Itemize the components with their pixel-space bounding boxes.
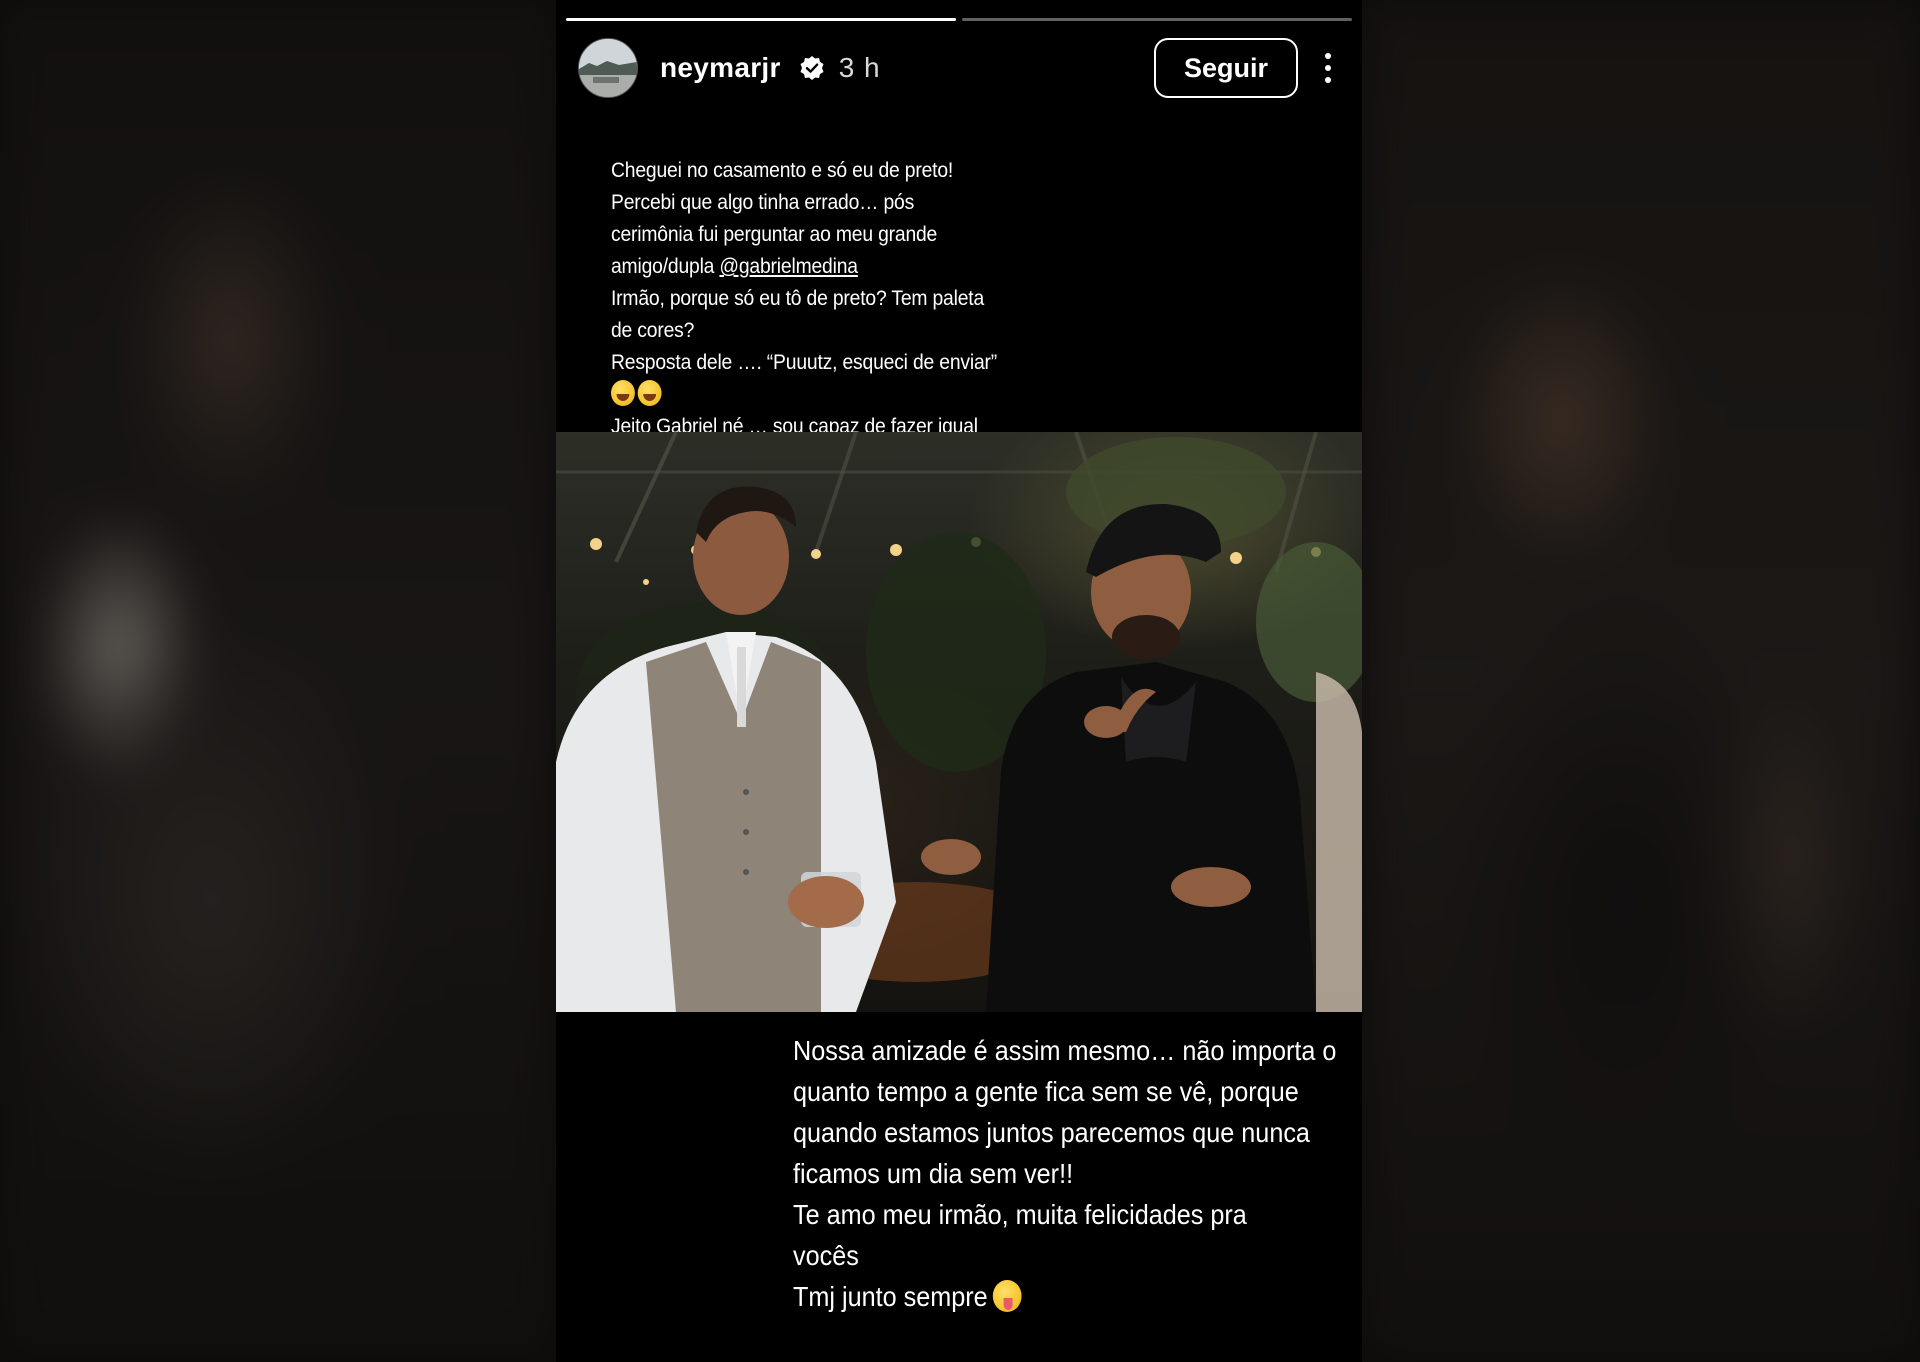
progress-segment bbox=[962, 18, 1352, 21]
story-progress bbox=[566, 18, 1352, 21]
grinning-sweat-emoji bbox=[637, 380, 662, 406]
caption-line: de cores? bbox=[611, 319, 695, 342]
story-header: neymarjr 3 h Seguir bbox=[578, 38, 1340, 98]
laughing-tears-emoji bbox=[611, 380, 635, 406]
caption-top: Cheguei no casamento e só eu de preto! P… bbox=[611, 155, 1034, 443]
caption-line: Nossa amizade é assim mesmo… não importa… bbox=[793, 1035, 1337, 1066]
more-vertical-icon[interactable] bbox=[1316, 48, 1340, 88]
wedding-photo bbox=[556, 432, 1362, 1012]
zany-face-emoji bbox=[993, 1280, 1022, 1312]
avatar-landscape-icon bbox=[579, 39, 637, 97]
verified-badge-icon bbox=[800, 56, 824, 80]
post-time: 3 h bbox=[838, 52, 881, 83]
mention-link[interactable]: @gabrielmedina bbox=[719, 255, 858, 278]
username[interactable]: neymarjr bbox=[660, 52, 781, 84]
caption-text: Tmj junto sempre bbox=[793, 1281, 988, 1312]
story-viewer[interactable]: neymarjr 3 h Seguir Cheguei no casamento… bbox=[556, 0, 1362, 1362]
caption-line: quanto tempo a gente fica sem se vê, por… bbox=[793, 1076, 1299, 1107]
caption-line: Irmão, porque só eu tô de preto? Tem pal… bbox=[611, 287, 985, 310]
progress-segment bbox=[566, 18, 956, 21]
caption-emoji-line bbox=[611, 379, 1034, 411]
caption-line: Resposta dele …. “Puuutz, esqueci de env… bbox=[611, 351, 998, 374]
caption-bottom: Nossa amizade é assim mesmo… não importa… bbox=[793, 1030, 1337, 1317]
follow-button[interactable]: Seguir bbox=[1153, 38, 1298, 98]
caption-line: vocês bbox=[793, 1240, 859, 1271]
caption-line: Percebi que algo tinha errado… pós bbox=[611, 191, 915, 214]
photo-illustration bbox=[556, 432, 1362, 1012]
caption-line: ficamos um dia sem ver!! bbox=[793, 1158, 1074, 1189]
caption-line: Te amo meu irmão, muita felicidades pra bbox=[793, 1199, 1247, 1230]
caption-line: Tmj junto sempre bbox=[793, 1276, 1297, 1317]
caption-line: cerimônia fui perguntar ao meu grande bbox=[611, 223, 938, 246]
caption-line: quando estamos juntos parecemos que nunc… bbox=[793, 1117, 1310, 1148]
caption-line: amigo/dupla @gabrielmedina bbox=[611, 251, 1034, 283]
progress-fill bbox=[566, 18, 956, 21]
caption-text: amigo/dupla bbox=[611, 255, 720, 278]
caption-line: Cheguei no casamento e só eu de preto! bbox=[611, 159, 954, 182]
avatar[interactable] bbox=[578, 38, 638, 98]
